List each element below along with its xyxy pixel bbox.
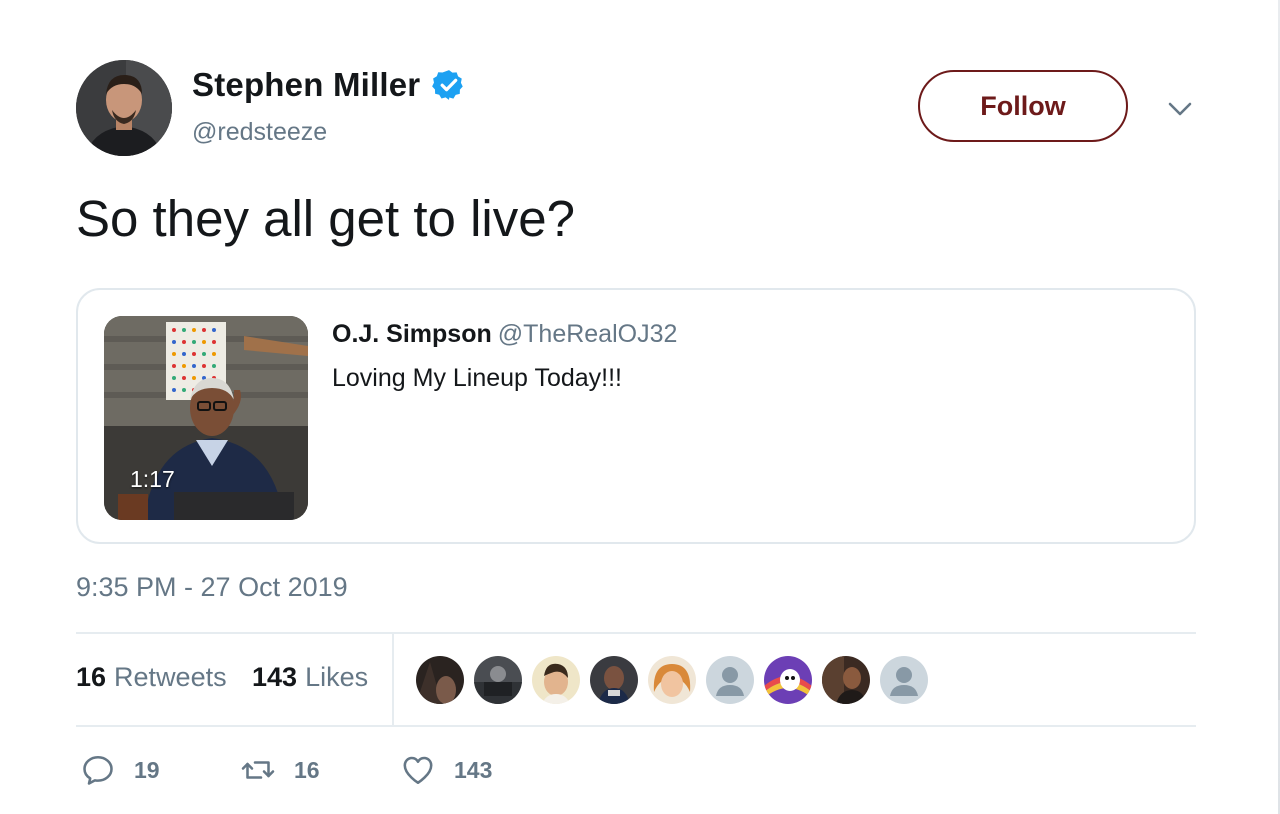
liker-avatar[interactable]	[764, 656, 812, 704]
liker-avatar[interactable]	[706, 656, 754, 704]
like-count: 143	[454, 756, 493, 783]
chevron-down-icon[interactable]	[1166, 98, 1194, 120]
quoted-author-name[interactable]: O.J. Simpson	[332, 320, 492, 348]
likes-label: Likes	[305, 662, 369, 692]
likes-count: 143	[252, 662, 298, 692]
retweet-icon	[241, 761, 275, 779]
liker-avatar[interactable]	[416, 656, 464, 704]
like-button[interactable]: 143	[400, 752, 492, 788]
author-handle[interactable]: @redsteeze	[192, 118, 327, 147]
quoted-tweet-card[interactable]: 1:17 O.J. Simpson @TheRealOJ32 Loving My …	[76, 288, 1196, 544]
liker-avatar[interactable]	[822, 656, 870, 704]
liker-avatar[interactable]	[474, 656, 522, 704]
heart-icon	[403, 756, 433, 785]
reply-icon	[83, 755, 113, 785]
reply-count: 19	[134, 756, 160, 783]
liker-avatar[interactable]	[532, 656, 580, 704]
likes-stat[interactable]: 143 Likes	[252, 662, 368, 693]
author-avatar[interactable]	[76, 60, 172, 156]
liker-avatar[interactable]	[590, 656, 638, 704]
tweet-timestamp[interactable]: 9:35 PM - 27 Oct 2019	[76, 572, 348, 603]
stats-divider	[392, 632, 394, 726]
retweets-stat[interactable]: 16 Retweets	[76, 662, 227, 693]
liker-avatar[interactable]	[880, 656, 928, 704]
quoted-author-handle[interactable]: @TheRealOJ32	[498, 320, 678, 348]
quoted-author-row: O.J. Simpson @TheRealOJ32	[332, 320, 677, 349]
retweets-count: 16	[76, 662, 107, 692]
retweet-count: 16	[294, 756, 320, 783]
author-name-row: Stephen Miller	[192, 66, 466, 104]
verified-badge-icon	[432, 68, 466, 102]
tweet-text: So they all get to live?	[76, 190, 575, 247]
divider	[76, 725, 1196, 727]
divider	[76, 632, 1196, 634]
video-thumbnail[interactable]: 1:17	[104, 316, 308, 520]
author-name[interactable]: Stephen Miller	[192, 66, 420, 104]
liker-avatar[interactable]	[648, 656, 696, 704]
retweet-button[interactable]: 16	[240, 752, 320, 788]
video-duration: 1:17	[130, 466, 175, 492]
quoted-tweet-text: Loving My Lineup Today!!!	[332, 364, 623, 392]
likers-avatars	[416, 656, 938, 704]
retweets-label: Retweets	[114, 662, 227, 692]
follow-button[interactable]: Follow	[918, 70, 1128, 142]
reply-button[interactable]: 19	[80, 752, 160, 788]
